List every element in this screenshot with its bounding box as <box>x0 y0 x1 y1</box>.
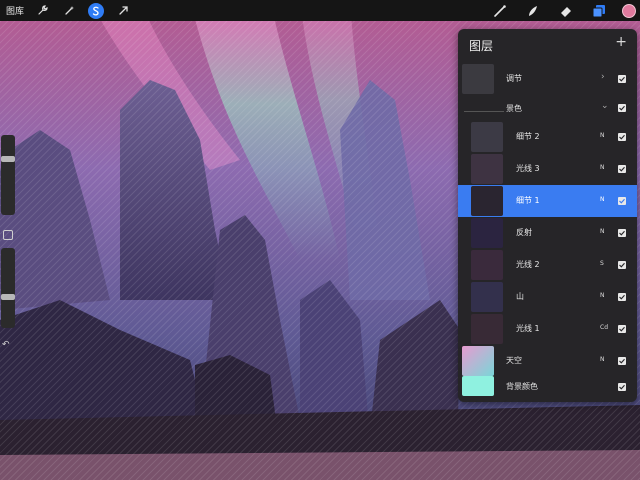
visibility-checkbox[interactable] <box>618 197 626 205</box>
visibility-checkbox[interactable] <box>618 75 626 83</box>
left-sidebar: ↶ <box>0 130 17 370</box>
group-divider <box>464 111 504 112</box>
blend-mode[interactable]: N <box>600 356 605 363</box>
layer-label: 光线 3 <box>516 164 540 173</box>
layer-thumbnail <box>471 314 503 344</box>
layer-label: 光线 2 <box>516 260 540 269</box>
brush-opacity-slider[interactable] <box>1 248 15 328</box>
layer-label: 背景颜色 <box>506 382 538 391</box>
add-layer-button[interactable]: + <box>615 34 627 50</box>
visibility-checkbox[interactable] <box>618 104 626 112</box>
layers-panel-title: 图层 <box>469 39 494 53</box>
layers-icon[interactable] <box>591 3 607 19</box>
visibility-checkbox[interactable] <box>618 357 626 365</box>
layers-panel: 图层 + 调节 › 景色 ⌄ 细节 2 N 光线 3 N 细节 1 N 反射 N… <box>458 29 637 402</box>
layer-row-selected[interactable]: 细节 1 N <box>458 185 637 217</box>
blend-mode[interactable]: N <box>600 228 605 235</box>
smudge-icon[interactable] <box>525 3 541 19</box>
undo-icon[interactable]: ↶ <box>2 340 10 350</box>
layer-group-adjust[interactable]: 调节 › <box>458 63 637 95</box>
layer-thumbnail <box>462 64 494 94</box>
layer-row[interactable]: 光线 3 N <box>458 153 637 185</box>
blend-mode[interactable]: N <box>600 132 605 139</box>
layer-thumbnail <box>471 282 503 312</box>
color-picker-swatch[interactable] <box>622 3 636 18</box>
visibility-checkbox[interactable] <box>618 133 626 141</box>
layer-row[interactable]: 光线 1 Cd <box>458 313 637 345</box>
gallery-button[interactable]: 图库 <box>6 4 24 17</box>
visibility-checkbox[interactable] <box>618 165 626 173</box>
layer-group-scenery[interactable]: 景色 ⌄ <box>458 95 637 121</box>
layer-row[interactable]: 山 N <box>458 281 637 313</box>
visibility-checkbox[interactable] <box>618 293 626 301</box>
layer-thumbnail <box>471 122 503 152</box>
visibility-checkbox[interactable] <box>618 261 626 269</box>
brush-size-knob[interactable] <box>1 156 15 162</box>
layer-thumbnail <box>471 186 503 216</box>
visibility-checkbox[interactable] <box>618 325 626 333</box>
chevron-right-icon[interactable]: › <box>601 72 605 82</box>
magic-wand-icon[interactable] <box>61 3 77 19</box>
visibility-checkbox[interactable] <box>618 229 626 237</box>
layer-label: 天空 <box>506 356 522 365</box>
blend-mode[interactable]: N <box>600 292 605 299</box>
selection-icon[interactable] <box>88 2 105 19</box>
blend-mode[interactable]: N <box>600 164 605 171</box>
background-color-swatch[interactable] <box>462 376 494 396</box>
blend-mode[interactable]: N <box>600 196 605 203</box>
layer-row-background[interactable]: 背景颜色 <box>458 371 637 401</box>
layer-row[interactable]: 光线 2 S <box>458 249 637 281</box>
layer-label: 反射 <box>516 228 532 237</box>
brush-icon[interactable] <box>492 3 508 19</box>
layer-row[interactable]: 细节 2 N <box>458 121 637 153</box>
layer-row[interactable]: 反射 N <box>458 217 637 249</box>
modify-button[interactable] <box>3 230 13 240</box>
layer-label: 光线 1 <box>516 324 540 333</box>
chevron-down-icon[interactable]: ⌄ <box>601 101 609 111</box>
layer-label: 景色 <box>506 104 522 113</box>
layer-label: 调节 <box>506 74 522 83</box>
visibility-checkbox[interactable] <box>618 383 626 391</box>
layer-label: 细节 2 <box>516 132 540 141</box>
layer-label: 细节 1 <box>516 196 540 205</box>
layer-thumbnail <box>471 250 503 280</box>
layer-thumbnail <box>471 154 503 184</box>
layer-thumbnail <box>471 218 503 248</box>
blend-mode[interactable]: Cd <box>600 324 608 331</box>
top-toolbar: 图库 <box>0 0 640 21</box>
layer-label: 山 <box>516 292 524 301</box>
brush-size-slider[interactable] <box>1 135 15 215</box>
transform-icon[interactable] <box>115 3 131 19</box>
brush-opacity-knob[interactable] <box>1 294 15 300</box>
wrench-icon[interactable] <box>34 3 50 19</box>
blend-mode[interactable]: S <box>600 260 604 267</box>
eraser-icon[interactable] <box>558 3 574 19</box>
